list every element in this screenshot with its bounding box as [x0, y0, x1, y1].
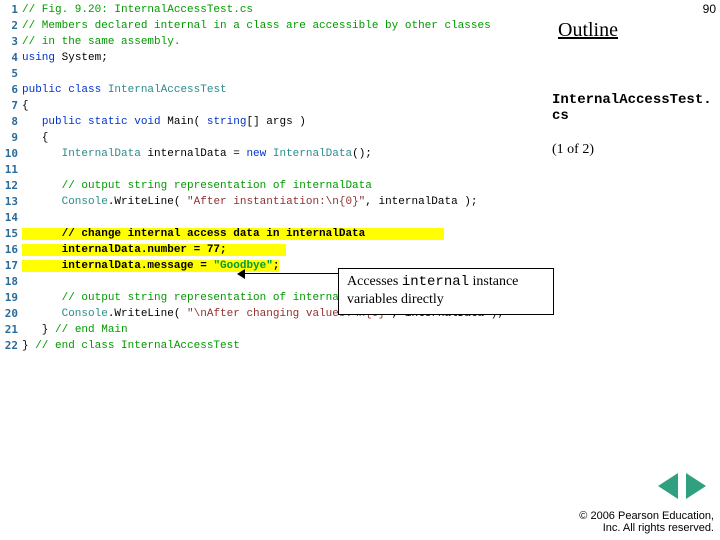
line-number: 12 — [0, 178, 22, 194]
code-line: 21 } // end Main — [0, 322, 540, 338]
line-content: using System; — [22, 52, 108, 64]
line-number: 22 — [0, 338, 22, 354]
callout-arrow-line — [244, 273, 338, 274]
outline-heading: Outline — [558, 18, 720, 42]
line-number: 18 — [0, 274, 22, 290]
line-content: } // end Main — [22, 324, 128, 336]
line-number: 4 — [0, 50, 22, 66]
code-line: 10 InternalData internalData = new Inter… — [0, 146, 540, 162]
line-number: 19 — [0, 290, 22, 306]
nav-buttons — [656, 473, 708, 504]
line-content: // change internal access data in intern… — [22, 228, 444, 240]
next-slide-button[interactable] — [686, 473, 706, 499]
line-number: 10 — [0, 146, 22, 162]
file-label: InternalAccessTest. cs — [552, 92, 720, 124]
copyright-footer: © 2006 Pearson Education, Inc. All right… — [579, 510, 714, 534]
line-content: { — [22, 132, 48, 144]
line-number: 2 — [0, 18, 22, 34]
side-panel: 90 Outline InternalAccessTest. cs (1 of … — [552, 0, 720, 158]
line-content: { — [22, 100, 29, 112]
line-number: 20 — [0, 306, 22, 322]
line-content: } // end class InternalAccessTest — [22, 340, 240, 352]
code-line: 6public class InternalAccessTest — [0, 82, 540, 98]
line-content: public static void Main( string[] args ) — [22, 116, 306, 128]
line-content: InternalData internalData = new Internal… — [22, 148, 372, 160]
line-content: // output string representation of inter… — [22, 292, 372, 304]
line-content: // Members declared internal in a class … — [22, 20, 497, 32]
code-line: 2// Members declared internal in a class… — [0, 18, 540, 34]
code-line: 4using System; — [0, 50, 540, 66]
file-label-line1: InternalAccessTest. — [552, 92, 712, 108]
line-number: 14 — [0, 210, 22, 226]
line-number: 13 — [0, 194, 22, 210]
line-number: 16 — [0, 242, 22, 258]
callout-box: Accesses internal instance variables dir… — [338, 268, 554, 315]
line-number: 17 — [0, 258, 22, 274]
code-line: 15 // change internal access data in int… — [0, 226, 540, 242]
line-number: 5 — [0, 66, 22, 82]
line-content: // output string representation of inter… — [22, 180, 372, 192]
callout-code: internal — [402, 274, 469, 290]
line-number: 9 — [0, 130, 22, 146]
line-number: 1 — [0, 2, 22, 18]
code-line: 7{ — [0, 98, 540, 114]
line-content: // Fig. 9.20: InternalAccessTest.cs — [22, 4, 253, 16]
line-content: public class InternalAccessTest — [22, 84, 227, 96]
code-line: 5 — [0, 66, 540, 82]
code-line: 12 // output string representation of in… — [0, 178, 540, 194]
code-line: 16 internalData.number = 77; — [0, 242, 540, 258]
line-content: internalData.number = 77; — [22, 244, 286, 256]
code-line: 1// Fig. 9.20: InternalAccessTest.cs — [0, 2, 540, 18]
line-number: 11 — [0, 162, 22, 178]
copyright-line1: © 2006 Pearson Education, — [579, 510, 714, 522]
line-number: 8 — [0, 114, 22, 130]
line-number: 7 — [0, 98, 22, 114]
code-line: 8 public static void Main( string[] args… — [0, 114, 540, 130]
callout-arrow-head-icon — [237, 269, 245, 279]
code-line: 22} // end class InternalAccessTest — [0, 338, 540, 354]
page-indicator: (1 of 2) — [552, 142, 720, 158]
page-number: 90 — [703, 2, 716, 16]
code-line: 13 Console.WriteLine( "After instantiati… — [0, 194, 540, 210]
line-number: 6 — [0, 82, 22, 98]
line-number: 21 — [0, 322, 22, 338]
code-line: 14 — [0, 210, 540, 226]
prev-slide-button[interactable] — [658, 473, 678, 499]
code-line: 9 { — [0, 130, 540, 146]
file-label-line2: cs — [552, 108, 569, 124]
copyright-line2: Inc. All rights reserved. — [603, 522, 714, 534]
line-number: 15 — [0, 226, 22, 242]
line-content: // in the same assembly. — [22, 36, 180, 48]
line-content: Console.WriteLine( "After instantiation:… — [22, 196, 478, 208]
code-line: 3// in the same assembly. — [0, 34, 540, 50]
line-number: 3 — [0, 34, 22, 50]
code-line: 11 — [0, 162, 540, 178]
callout-text-pre: Accesses — [347, 274, 402, 289]
